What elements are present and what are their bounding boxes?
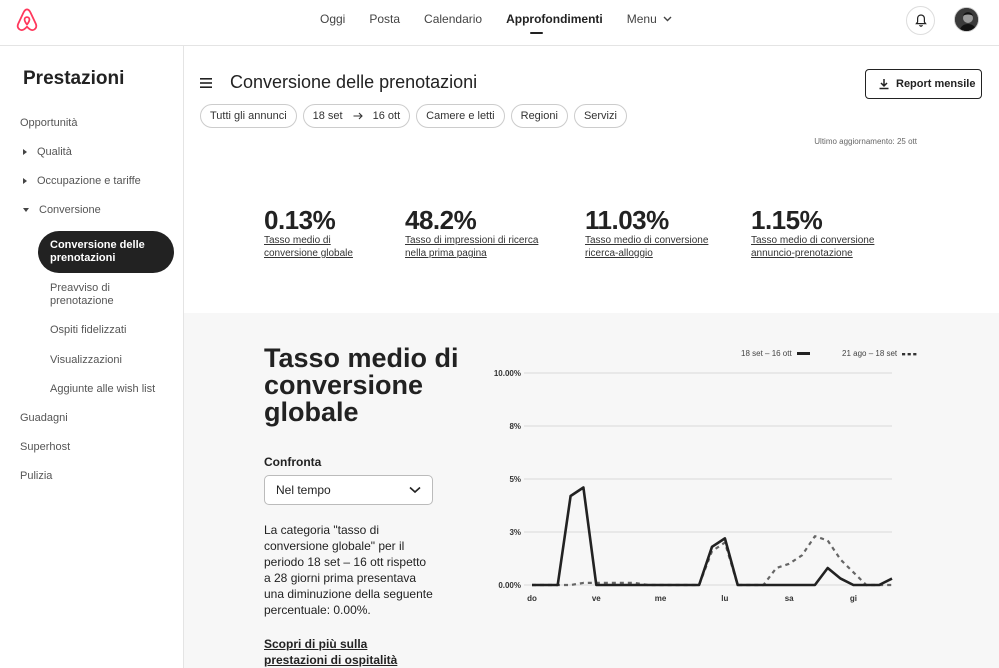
legend-previous: 21 ago – 18 set [842,349,918,358]
caret-right-icon [23,149,27,156]
legend-current: 18 set – 16 ott [741,349,810,358]
y-tick-label: 8% [509,422,521,431]
stat-value: 11.03% [585,205,669,235]
legend-previous-label: 21 ago – 18 set [842,349,898,358]
x-tick-label: gi [850,594,857,603]
date-from: 18 set [312,110,343,122]
top-header: Oggi Posta Calendario Approfondimenti Me… [0,0,999,46]
stat-search-impressions: 48.2% Tasso di impressioni di ricerca ne… [405,205,555,260]
stat-label-link[interactable]: Tasso medio di conversione ricerca-allog… [585,234,725,260]
stat-value: 0.13% [264,205,336,235]
x-tick-label: lu [721,594,728,603]
nav-approfondimenti[interactable]: Approfondimenti [494,0,615,46]
y-tick-label: 5% [509,475,521,484]
filter-date-chip[interactable]: 18 set 16 ott [302,104,411,128]
sidebar-title: Prestazioni [23,68,125,89]
stat-label-link[interactable]: Tasso medio di conversione annuncio-pren… [751,234,891,260]
avatar-image-icon [955,8,978,31]
compare-label: Confronta [264,455,322,469]
arrow-right-icon [353,112,363,120]
x-tick-label: do [527,594,537,603]
stat-value: 48.2% [405,205,477,235]
sidebar-subitem-visualizzazioni[interactable]: Visualizzazioni [50,354,165,367]
caret-down-icon [23,208,29,213]
sidebar-item-label: Qualità [37,146,72,158]
nav-oggi[interactable]: Oggi [308,0,357,46]
notifications-button[interactable] [906,6,935,35]
stat-listing-to-booking: 1.15% Tasso medio di conversione annunci… [751,205,891,260]
monthly-report-button[interactable]: Report mensile [865,69,982,99]
bell-icon [914,14,927,27]
hamburger-menu-icon[interactable] [200,77,213,89]
airbnb-logo-icon[interactable] [14,7,40,33]
compare-select-value: Nel tempo [276,483,331,497]
detail-title: Tasso medio di conversione globale [264,343,459,427]
monthly-report-label: Report mensile [896,78,976,90]
x-tick-label: me [655,594,667,603]
sidebar-item-opportunita[interactable]: Opportunità [20,117,77,129]
detail-panel: Tasso medio di conversione globale Confr… [184,313,999,668]
filter-listings-chip[interactable]: Tutti gli annunci [200,104,297,128]
compare-select[interactable]: Nel tempo [264,475,433,505]
user-avatar[interactable] [954,7,979,32]
conversion-line-chart: 0.00% 3% 5% 8% 10.00% do ve me lu sa gi [494,369,893,603]
top-navigation: Oggi Posta Calendario Approfondimenti Me… [308,0,684,46]
download-icon [879,79,889,90]
y-tick-label: 3% [509,528,521,537]
sidebar-item-label: Conversione [39,204,101,216]
sidebar-item-superhost[interactable]: Superhost [20,441,70,453]
filter-rooms-chip[interactable]: Camere e letti [416,104,505,128]
x-tick-label: ve [592,594,601,603]
sidebar-item-guadagni[interactable]: Guadagni [20,412,68,424]
filter-regions-chip[interactable]: Regioni [510,104,568,128]
y-tick-label: 10.00% [494,369,521,378]
chevron-down-icon [663,16,672,22]
sidebar-subitem-conversione-prenotazioni[interactable]: Conversione delle prenotazioni [38,231,174,273]
nav-menu[interactable]: Menu [615,0,684,46]
nav-calendario[interactable]: Calendario [412,0,494,46]
detail-description: La categoria "tasso di conversione globa… [264,523,433,617]
stat-label-link[interactable]: Tasso medio di conversione globale [264,234,374,260]
sidebar-item-qualita[interactable]: Qualità [20,146,72,158]
legend-current-label: 18 set – 16 ott [741,349,792,358]
caret-right-icon [23,178,27,185]
sidebar-item-label: Occupazione e tariffe [37,175,141,187]
legend-solid-swatch [796,352,810,355]
sidebar-item-conversione[interactable]: Conversione [20,204,101,216]
page-title: Conversione delle prenotazioni [230,72,478,92]
sidebar-subitem-ospiti-fidelizzati[interactable]: Ospiti fidelizzati [50,324,165,337]
stat-global-conversion: 0.13% Tasso medio di conversione globale [264,205,374,260]
stat-value: 1.15% [751,205,823,235]
legend-dashed-swatch [902,352,917,355]
x-tick-label: sa [785,594,794,603]
filter-bar: Tutti gli annunci 18 set 16 ott Camere e… [200,104,633,128]
stat-search-to-listing: 11.03% Tasso medio di conversione ricerc… [585,205,725,260]
last-updated-text: Ultimo aggiornamento: 25 ott [814,137,917,146]
nav-posta[interactable]: Posta [357,0,412,46]
filter-services-chip[interactable]: Servizi [573,104,627,128]
chevron-down-icon [409,486,421,494]
stat-label-link[interactable]: Tasso di impressioni di ricerca nella pr… [405,234,555,260]
nav-menu-label: Menu [626,12,657,26]
date-to: 16 ott [372,110,401,122]
sidebar-subitem-preavviso[interactable]: Preavviso di prenotazione [50,282,165,308]
learn-more-link[interactable]: Scopri di più sulla prestazioni di ospit… [264,636,434,668]
sidebar-item-occupazione[interactable]: Occupazione e tariffe [20,175,141,187]
series-line-current [532,486,893,587]
sidebar-item-pulizia[interactable]: Pulizia [20,470,52,482]
y-tick-label: 0.00% [498,581,521,590]
sidebar: Prestazioni Opportunità Qualità Occupazi… [0,46,184,668]
sidebar-subitem-wishlist[interactable]: Aggiunte alle wish list [50,383,165,396]
